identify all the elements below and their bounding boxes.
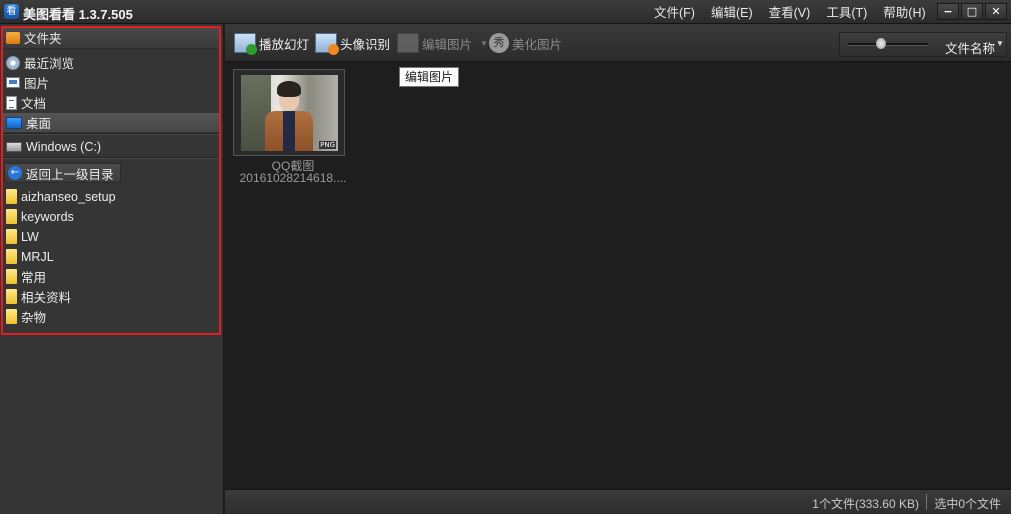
beautify-image-button[interactable]: 秀 美化图片 bbox=[489, 32, 562, 54]
folder-item[interactable]: MRJL bbox=[6, 247, 54, 266]
minimize-button[interactable]: − bbox=[937, 3, 959, 20]
tooltip: 编辑图片 bbox=[399, 67, 460, 87]
beautify-icon: 秀 bbox=[489, 33, 509, 53]
status-bar: 1个文件(333.60 KB) 选中0个文件 bbox=[225, 489, 1011, 514]
folder-icon bbox=[6, 209, 17, 224]
window-controls: − □ ✕ bbox=[937, 3, 1007, 20]
divider bbox=[2, 157, 219, 159]
documents-icon bbox=[6, 95, 17, 110]
edit-image-icon bbox=[397, 33, 419, 53]
folder-item[interactable]: aizhanseo_setup bbox=[6, 187, 116, 206]
sidebar-item-desktop[interactable]: 桌面 bbox=[2, 113, 219, 132]
back-button-label: 返回上一级目录 bbox=[26, 167, 114, 182]
drive-icon bbox=[6, 141, 22, 152]
sort-by-dropdown[interactable]: 文件名称 bbox=[945, 38, 995, 57]
zoom-slider-track bbox=[848, 43, 928, 46]
slideshow-label: 播放幻灯 bbox=[259, 37, 310, 52]
title-bar: 看 美图看看 1.3.7.505 文件(F) 编辑(E) 查看(V) 工具(T)… bbox=[0, 0, 1011, 24]
sidebar-item-recent[interactable]: 最近浏览 bbox=[6, 53, 74, 72]
zoom-slider-thumb[interactable] bbox=[876, 38, 886, 49]
beautify-image-label: 美化图片 bbox=[512, 37, 563, 52]
folder-item[interactable]: 相关资料 bbox=[6, 287, 71, 306]
folder-label: MRJL bbox=[21, 249, 54, 264]
folder-icon bbox=[6, 189, 17, 204]
folder-label: LW bbox=[21, 229, 39, 244]
thumbnail-filename-suffix: 20161028214618.... bbox=[239, 171, 347, 185]
folder-icon bbox=[6, 229, 17, 244]
pictures-icon bbox=[6, 77, 20, 88]
back-to-parent-button[interactable]: ← 返回上一级目录 bbox=[4, 163, 121, 183]
menu-bar: 文件(F) 编辑(E) 查看(V) 工具(T) 帮助(H) bbox=[646, 0, 934, 24]
drive-label: Windows (C:) bbox=[26, 139, 102, 154]
edit-image-label: 编辑图片 bbox=[422, 37, 473, 52]
file-type-badge: PNG bbox=[319, 141, 336, 149]
folders-header[interactable]: 文件夹 bbox=[2, 27, 219, 49]
sidebar-item-pictures[interactable]: 图片 bbox=[6, 73, 49, 92]
face-recognition-icon bbox=[315, 33, 339, 55]
folder-sidebar: 文件夹 最近浏览 图片 文档 桌面 Windows (C:) ← 返回上一级目录… bbox=[0, 24, 224, 514]
menu-view[interactable]: 查看(V) bbox=[761, 0, 819, 24]
app-title: 美图看看 1.3.7.505 bbox=[23, 7, 133, 22]
slideshow-button[interactable]: 播放幻灯 bbox=[234, 32, 310, 55]
face-recognition-button[interactable]: 头像识别 bbox=[315, 32, 391, 55]
file-count-status: 1个文件(333.60 KB) bbox=[812, 497, 919, 511]
zoom-sort-panel: 文件名称 ▼ bbox=[839, 32, 1007, 57]
toolbar: 播放幻灯 头像识别 编辑图片 ▼ 秀 美化图片 文件名称 ▼ bbox=[225, 24, 1011, 62]
folder-label: 相关资料 bbox=[21, 291, 72, 305]
folder-item[interactable]: LW bbox=[6, 227, 39, 246]
menu-help[interactable]: 帮助(H) bbox=[875, 0, 933, 24]
divider bbox=[926, 494, 927, 510]
menu-file[interactable]: 文件(F) bbox=[646, 0, 703, 24]
menu-edit[interactable]: 编辑(E) bbox=[703, 0, 761, 24]
face-recognition-label: 头像识别 bbox=[340, 37, 391, 52]
folder-item[interactable]: 杂物 bbox=[6, 307, 46, 326]
app-logo-icon: 看 bbox=[4, 4, 19, 19]
chevron-down-icon[interactable]: ▼ bbox=[996, 39, 1004, 48]
folder-label: aizhanseo_setup bbox=[21, 189, 116, 204]
sidebar-item-drive-c[interactable]: Windows (C:) bbox=[6, 137, 101, 156]
folders-header-label: 文件夹 bbox=[24, 32, 62, 46]
back-arrow-icon: ← bbox=[8, 166, 22, 180]
menu-tools[interactable]: 工具(T) bbox=[818, 0, 875, 24]
folder-label: keywords bbox=[21, 209, 74, 224]
edit-image-button[interactable]: 编辑图片 ▼ bbox=[397, 32, 488, 54]
history-icon bbox=[6, 55, 20, 70]
desktop-icon bbox=[6, 116, 22, 129]
zoom-slider[interactable] bbox=[848, 38, 928, 51]
folder-item[interactable]: keywords bbox=[6, 207, 74, 226]
folder-item[interactable]: 常用 bbox=[6, 267, 46, 286]
divider bbox=[2, 133, 219, 135]
sidebar-item-documents[interactable]: 文档 bbox=[6, 93, 46, 112]
sidebar-item-label: 图片 bbox=[24, 77, 50, 91]
folder-box-icon bbox=[6, 31, 20, 44]
folder-label: 杂物 bbox=[21, 311, 47, 325]
slideshow-icon bbox=[234, 33, 257, 55]
thumbnail-image: PNG bbox=[241, 75, 338, 151]
close-button[interactable]: ✕ bbox=[985, 3, 1007, 20]
sidebar-item-label: 文档 bbox=[21, 97, 47, 111]
sidebar-item-label: 最近浏览 bbox=[24, 57, 75, 71]
folder-icon bbox=[6, 269, 17, 284]
image-thumbnail[interactable]: PNG bbox=[233, 69, 345, 156]
folder-label: 常用 bbox=[21, 271, 47, 285]
chevron-down-icon[interactable]: ▼ bbox=[480, 39, 488, 48]
folder-icon bbox=[6, 289, 17, 304]
folder-icon bbox=[6, 249, 17, 264]
thumbnail-grid: PNG QQ截图 20161028214618.... bbox=[225, 63, 1011, 489]
sidebar-item-label: 桌面 bbox=[26, 117, 52, 131]
selection-status: 选中0个文件 bbox=[934, 497, 1001, 511]
folder-icon bbox=[6, 309, 17, 324]
maximize-button[interactable]: □ bbox=[961, 3, 983, 20]
